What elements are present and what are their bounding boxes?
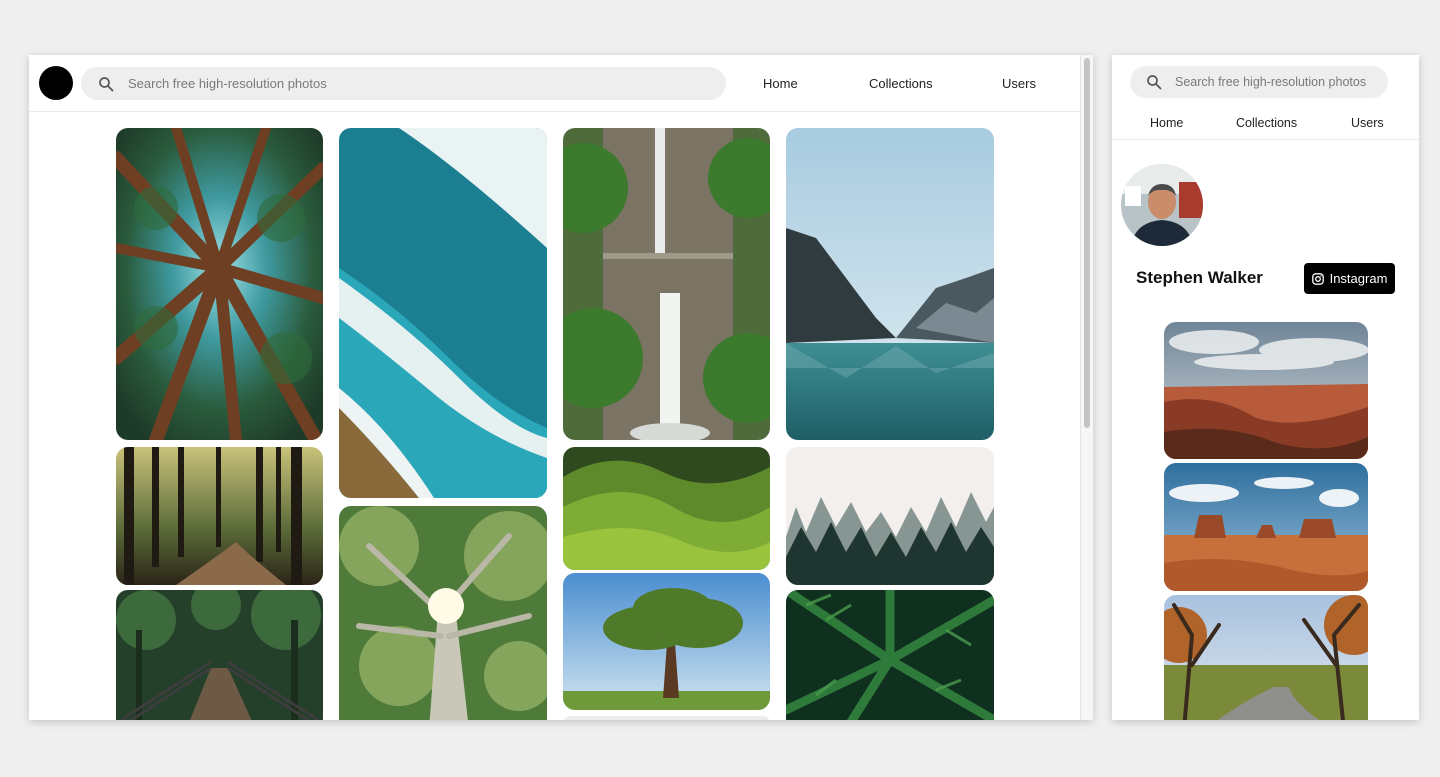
side-nav-users[interactable]: Users <box>1351 116 1384 130</box>
logo[interactable] <box>39 66 73 100</box>
photo-green-hills[interactable] <box>563 447 770 570</box>
photo-autumn-road[interactable] <box>1164 595 1368 720</box>
search-input[interactable] <box>128 76 726 91</box>
main-window: Home Collections Users <box>29 55 1093 720</box>
photo-partial[interactable] <box>563 716 770 720</box>
search-bar[interactable] <box>81 67 726 100</box>
photo-mountain-lake[interactable] <box>786 128 994 440</box>
scrollbar[interactable] <box>1080 55 1093 720</box>
side-window: Home Collections Users Stephen Walker In… <box>1112 55 1419 720</box>
nav-users[interactable]: Users <box>1002 76 1036 91</box>
photo-forest-path[interactable] <box>116 447 323 585</box>
nav-collections[interactable]: Collections <box>869 76 933 91</box>
photo-grand-canyon[interactable] <box>1164 322 1368 459</box>
search-icon <box>1147 75 1162 90</box>
scrollbar-thumb[interactable] <box>1084 58 1090 428</box>
side-search-input[interactable] <box>1175 75 1388 89</box>
avatar <box>1121 164 1203 246</box>
instagram-button[interactable]: Instagram <box>1304 263 1395 294</box>
photo-fern-leaves[interactable] <box>786 590 994 720</box>
main-header: Home Collections Users <box>29 55 1080 112</box>
side-search-bar[interactable] <box>1130 66 1388 98</box>
search-icon <box>99 76 114 91</box>
instagram-icon <box>1311 272 1324 285</box>
photo-tree-sunburst[interactable] <box>339 506 547 720</box>
side-header: Home Collections Users <box>1112 55 1419 140</box>
photo-lone-tree[interactable] <box>563 573 770 710</box>
instagram-label: Instagram <box>1329 271 1388 286</box>
photo-forest-bridge[interactable] <box>116 590 323 720</box>
profile-name: Stephen Walker <box>1136 268 1263 287</box>
photo-ocean-waves-aerial[interactable] <box>339 128 547 498</box>
photo-misty-forest[interactable] <box>786 447 994 585</box>
photo-waterfall[interactable] <box>563 128 770 440</box>
side-nav-home[interactable]: Home <box>1150 116 1183 130</box>
photo-redwood-canopy[interactable] <box>116 128 323 440</box>
nav-home[interactable]: Home <box>763 76 798 91</box>
photo-monument-valley[interactable] <box>1164 463 1368 591</box>
side-nav-collections[interactable]: Collections <box>1236 116 1297 130</box>
